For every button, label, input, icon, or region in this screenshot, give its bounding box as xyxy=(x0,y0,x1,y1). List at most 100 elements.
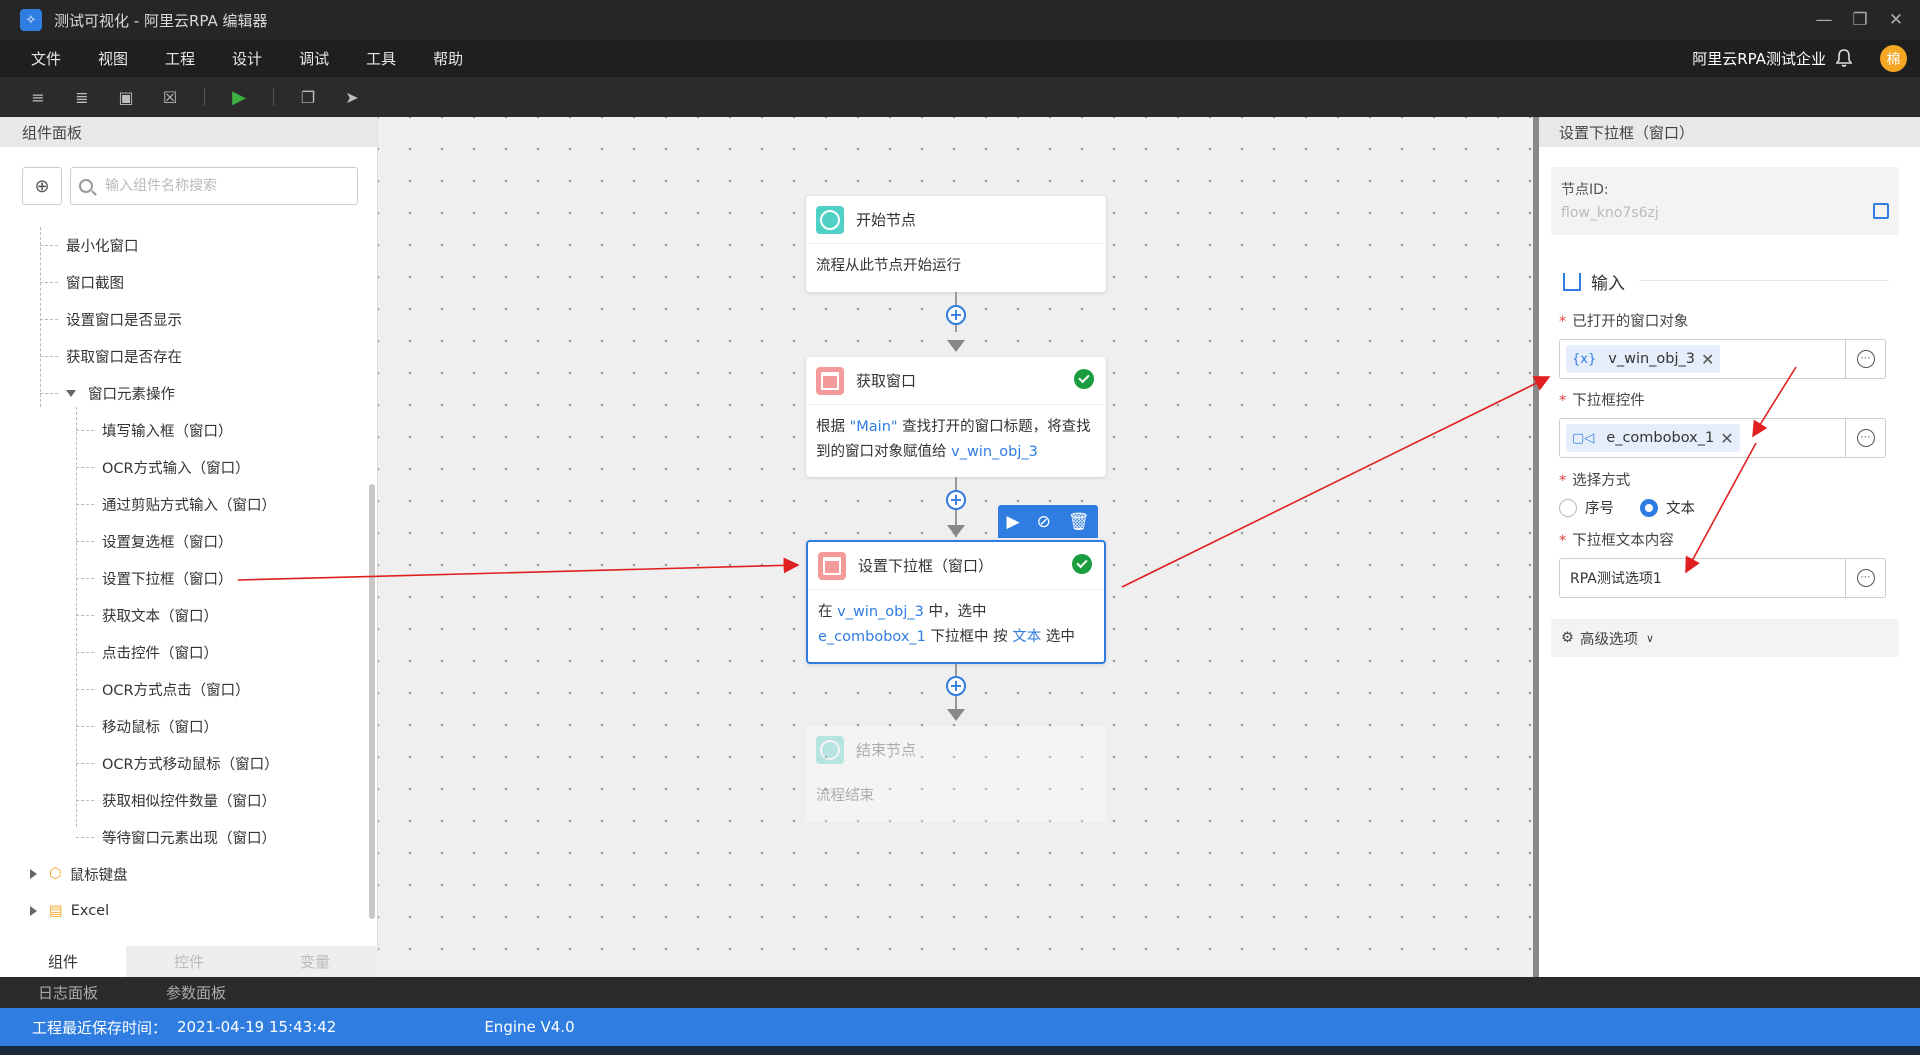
stack-icon[interactable]: ≣ xyxy=(60,81,104,113)
tab-components[interactable]: 组件 xyxy=(0,946,126,977)
flow-node-end[interactable]: 结束节点 流程结束 xyxy=(806,726,1106,822)
menu-tools[interactable]: 工具 xyxy=(366,48,396,69)
menu-file[interactable]: 文件 xyxy=(31,48,61,69)
close-file-icon[interactable]: ☒ xyxy=(148,81,192,113)
save-time-value: 2021-04-19 15:43:42 xyxy=(177,1018,337,1036)
control-chip[interactable]: ▢◁ e_combobox_1 ✕ xyxy=(1566,424,1740,452)
tree-item-set-dropdown[interactable]: 设置下拉框（窗口） xyxy=(76,563,233,593)
tab-controls[interactable]: 控件 xyxy=(126,946,252,977)
dropdown-text-field[interactable]: RPA测试选项1 ⋯ xyxy=(1559,558,1886,598)
window-title: 测试可视化 - 阿里云RPA 编辑器 xyxy=(54,11,268,30)
input-section-title: 输入 xyxy=(1563,269,1625,294)
restore-icon[interactable]: ❐ xyxy=(1842,0,1878,40)
node-id-value: flow_kno7s6zj xyxy=(1561,205,1659,221)
tree-item[interactable]: 窗口截图 xyxy=(40,267,124,297)
radio-index[interactable] xyxy=(1559,498,1577,517)
advanced-options-toggle[interactable]: ⚙ 高级选项 ∨ xyxy=(1551,619,1899,657)
scrollbar[interactable] xyxy=(369,484,375,919)
chevron-down-icon: ∨ xyxy=(1646,631,1655,645)
tree-item[interactable]: 填写输入框（窗口） xyxy=(76,415,233,445)
flow-node-start[interactable]: 开始节点 流程从此节点开始运行 xyxy=(806,196,1106,292)
tree-category-excel[interactable]: ▤ Excel xyxy=(30,896,109,926)
minimize-icon[interactable]: — xyxy=(1806,0,1842,40)
tree-category-mouse-keyboard[interactable]: ⬡ 鼠标键盘 xyxy=(30,859,128,889)
panel-title: 组件面板 xyxy=(0,117,377,147)
flow-node-set-dropdown[interactable]: 设置下拉框（窗口） 在 v_win_obj_3 中，选中 e_combobox_… xyxy=(806,540,1106,664)
flow-node-get-window[interactable]: 获取窗口 根据 "Main" 查找打开的窗口标题，将查找到的窗口对象赋值给 v_… xyxy=(806,357,1106,477)
toolbar-divider xyxy=(273,88,274,106)
radio-text[interactable] xyxy=(1640,498,1658,517)
properties-title: 设置下拉框（窗口） xyxy=(1539,117,1920,147)
add-node-icon[interactable]: + xyxy=(946,490,966,510)
component-tree: 最小化窗口 窗口截图 设置窗口是否显示 获取窗口是否存在 窗口元素操作 填写输入… xyxy=(0,227,368,827)
tree-item[interactable]: OCR方式点击（窗口） xyxy=(76,674,250,704)
remove-chip-icon[interactable]: ✕ xyxy=(1701,350,1714,369)
add-node-icon[interactable]: + xyxy=(946,676,966,696)
window-object-label: * 已打开的窗口对象 xyxy=(1559,314,1689,330)
tree-item[interactable]: 获取相似控件数量（窗口） xyxy=(76,785,276,815)
tree-item[interactable]: 获取窗口是否存在 xyxy=(40,341,182,371)
search-input[interactable] xyxy=(105,178,345,194)
divider xyxy=(1639,280,1889,281)
tab-params[interactable]: 参数面板 xyxy=(166,982,226,1003)
menu-design[interactable]: 设计 xyxy=(232,48,262,69)
tree-group-window-elements[interactable]: 窗口元素操作 xyxy=(40,378,175,408)
avatar[interactable]: 棉 xyxy=(1880,45,1907,72)
component-panel: 组件面板 ⊕ 最小化窗口 窗口截图 设置窗口是否显示 获取窗口是否存在 窗口元素… xyxy=(0,117,378,977)
dropdown-text-value[interactable]: RPA测试选项1 xyxy=(1560,568,1662,588)
window-object-field[interactable]: {x} v_win_obj_3 ✕ ⋯ xyxy=(1559,339,1886,379)
remove-chip-icon[interactable]: ✕ xyxy=(1720,429,1733,448)
engine-version: Engine V4.0 xyxy=(484,1018,575,1036)
company-name[interactable]: 阿里云RPA测试企业 xyxy=(1692,48,1826,69)
tree-item[interactable]: 等待窗口元素出现（窗口） xyxy=(76,822,276,852)
toolbar-divider xyxy=(204,88,205,106)
tree-item[interactable]: 设置窗口是否显示 xyxy=(40,304,182,334)
run-icon[interactable]: ▶ xyxy=(217,81,261,113)
tree-item[interactable]: 设置复选框（窗口） xyxy=(76,526,233,556)
os-taskbar xyxy=(0,1046,1920,1055)
tree-item[interactable]: 最小化窗口 xyxy=(40,230,139,260)
tree-item[interactable]: 获取文本（窗口） xyxy=(76,600,218,630)
delete-node-icon[interactable]: 🗑︎ xyxy=(1068,512,1090,532)
copy-icon[interactable]: ❐ xyxy=(286,81,330,113)
tab-log[interactable]: 日志面板 xyxy=(38,982,98,1003)
more-icon: ⋯ xyxy=(1856,569,1875,587)
collapse-all-icon[interactable]: ⊕ xyxy=(22,167,62,205)
more-options-button[interactable]: ⋯ xyxy=(1845,340,1885,378)
chevron-right-icon xyxy=(30,906,37,916)
disable-node-icon[interactable]: ⊘ xyxy=(1037,512,1051,532)
tree-item[interactable]: 通过剪贴方式输入（窗口） xyxy=(76,489,276,519)
search-field[interactable] xyxy=(70,167,358,205)
menu-bar: 文件 视图 工程 设计 调试 工具 帮助 xyxy=(0,40,1920,77)
rpa-logo-icon: ✧ xyxy=(20,9,42,31)
properties-panel: 设置下拉框（窗口） 节点ID: flow_kno7s6zj 输入 * 已打开的窗口… xyxy=(1533,117,1920,977)
node-description: 在 v_win_obj_3 中，选中 e_combobox_1 下拉框中 按 文… xyxy=(818,604,1075,645)
copy-id-icon[interactable] xyxy=(1873,203,1889,219)
combobox-field[interactable]: ▢◁ e_combobox_1 ✕ ⋯ xyxy=(1559,418,1886,458)
publish-icon[interactable]: ➤ xyxy=(330,81,374,113)
tab-variables[interactable]: 变量 xyxy=(252,946,378,977)
tree-item[interactable]: 移动鼠标（窗口） xyxy=(76,711,218,741)
bell-icon[interactable] xyxy=(1834,48,1854,68)
more-options-button[interactable]: ⋯ xyxy=(1845,419,1885,457)
close-icon[interactable]: ✕ xyxy=(1878,0,1914,40)
more-options-button[interactable]: ⋯ xyxy=(1845,559,1885,597)
menu-help[interactable]: 帮助 xyxy=(433,48,463,69)
menu-project[interactable]: 工程 xyxy=(165,48,195,69)
variable-chip[interactable]: {x} v_win_obj_3 ✕ xyxy=(1566,345,1721,373)
node-id-label: 节点ID: xyxy=(1561,182,1609,198)
tree-item[interactable]: 点击控件（窗口） xyxy=(76,637,218,667)
panel-tabs: 组件 控件 变量 xyxy=(0,946,378,977)
node-title: 获取窗口 xyxy=(856,372,917,390)
method-label: * 选择方式 xyxy=(1559,473,1631,489)
add-node-icon[interactable]: + xyxy=(946,305,966,325)
menu-debug[interactable]: 调试 xyxy=(299,48,329,69)
tree-item[interactable]: OCR方式输入（窗口） xyxy=(76,452,250,482)
arrow-down-icon xyxy=(947,709,965,721)
dropdown-text-label: * 下拉框文本内容 xyxy=(1559,533,1674,549)
tree-item[interactable]: OCR方式移动鼠标（窗口） xyxy=(76,748,279,778)
run-node-icon[interactable]: ▶ xyxy=(1007,512,1020,532)
menu-view[interactable]: 视图 xyxy=(98,48,128,69)
layers-icon[interactable]: ≡ xyxy=(16,81,60,113)
save-icon[interactable]: ▣ xyxy=(104,81,148,113)
